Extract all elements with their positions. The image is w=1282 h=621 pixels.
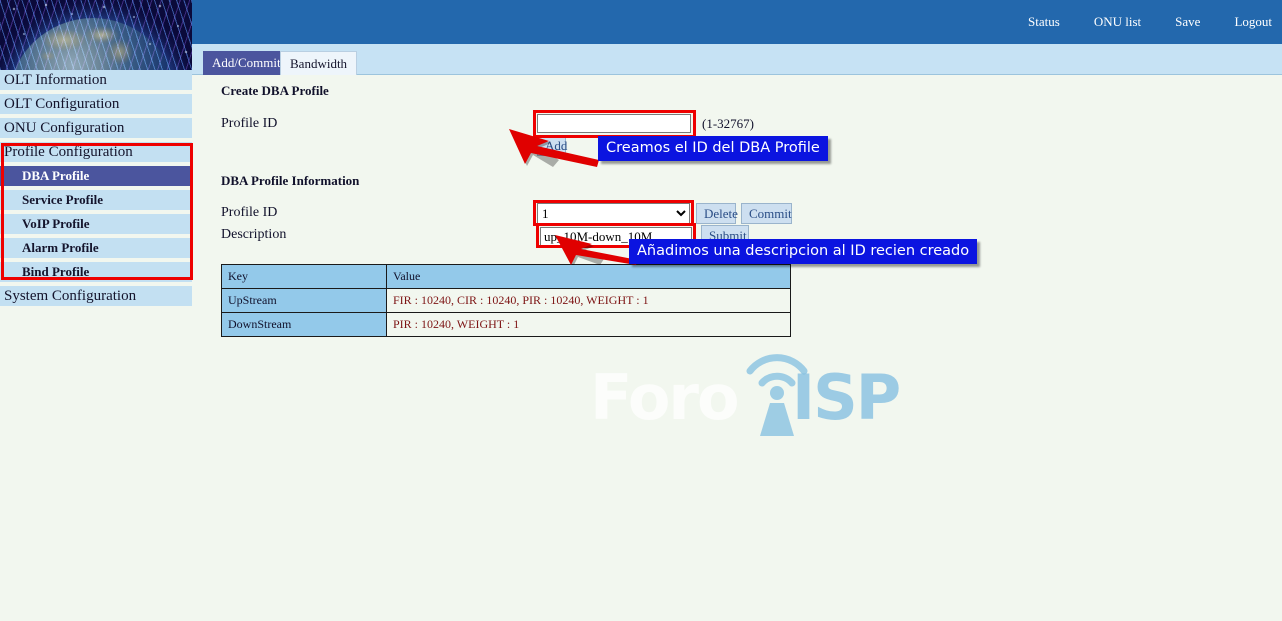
sidebar-item-olt-information[interactable]: OLT Information [0, 70, 192, 90]
sidebar-item-alarm-profile[interactable]: Alarm Profile [0, 238, 192, 258]
watermark-text-foro: Foro [590, 361, 738, 434]
sidebar-item-system-configuration[interactable]: System Configuration [0, 286, 192, 306]
table-header-key: Key [222, 265, 387, 289]
tab-strip: Add/Commit Bandwidth [192, 44, 1282, 75]
header-link-onu-list[interactable]: ONU list [1094, 14, 1141, 30]
top-header-bar: Status ONU list Save Logout [192, 0, 1282, 44]
table-cell-key: UpStream [222, 289, 387, 313]
create-profile-id-label: Profile ID [221, 116, 277, 132]
sidebar-item-bind-profile[interactable]: Bind Profile [0, 262, 192, 282]
foroisp-watermark: Foro ISP [590, 343, 990, 438]
commit-button[interactable]: Commit [741, 203, 792, 224]
sidebar-item-service-profile[interactable]: Service Profile [0, 190, 192, 210]
tab-add-commit[interactable]: Add/Commit [203, 51, 290, 75]
table-cell-value: FIR : 10240, CIR : 10240, PIR : 10240, W… [387, 289, 791, 313]
description-label: Description [221, 227, 286, 243]
olt-logo-banner [0, 0, 192, 70]
table-cell-value: PIR : 10240, WEIGHT : 1 [387, 313, 791, 337]
delete-button[interactable]: Delete [696, 203, 736, 224]
create-profile-id-input[interactable] [537, 114, 691, 133]
header-nav-links: Status ONU list Save Logout [994, 0, 1272, 44]
table-header-value: Value [387, 265, 791, 289]
add-button[interactable]: Add [537, 135, 566, 156]
annotation-create-id: Creamos el ID del DBA Profile [598, 136, 828, 161]
header-link-logout[interactable]: Logout [1234, 14, 1272, 30]
sidebar-item-onu-configuration[interactable]: ONU Configuration [0, 118, 192, 138]
header-link-save[interactable]: Save [1175, 14, 1200, 30]
profile-id-select[interactable]: 1 [537, 203, 690, 224]
dba-profile-information-title: DBA Profile Information [221, 173, 359, 189]
sidebar: OLT Information OLT Configuration ONU Conf… [0, 0, 192, 621]
network-nodes-decoration [0, 0, 192, 70]
info-profile-id-label: Profile ID [221, 205, 277, 221]
watermark-text-isp: ISP [792, 361, 899, 434]
sidebar-item-profile-configuration[interactable]: Profile Configuration [0, 142, 192, 162]
table-row: DownStreamPIR : 10240, WEIGHT : 1 [222, 313, 791, 337]
sidebar-item-olt-configuration[interactable]: OLT Configuration [0, 94, 192, 114]
dba-profile-table: Key Value UpStreamFIR : 10240, CIR : 102… [221, 264, 791, 337]
sidebar-menu: OLT Information OLT Configuration ONU Conf… [0, 70, 192, 306]
tab-bandwidth[interactable]: Bandwidth [280, 51, 357, 75]
sidebar-item-dba-profile[interactable]: DBA Profile [0, 166, 192, 186]
profile-id-range-hint: (1-32767) [702, 116, 754, 132]
annotation-add-description: Añadimos una descripcion al ID recien cr… [629, 239, 977, 264]
table-cell-key: DownStream [222, 313, 387, 337]
header-link-status[interactable]: Status [1028, 14, 1060, 30]
table-row: UpStreamFIR : 10240, CIR : 10240, PIR : … [222, 289, 791, 313]
create-dba-profile-title: Create DBA Profile [221, 83, 329, 99]
table-header-row: Key Value [222, 265, 791, 289]
sidebar-item-voip-profile[interactable]: VoIP Profile [0, 214, 192, 234]
